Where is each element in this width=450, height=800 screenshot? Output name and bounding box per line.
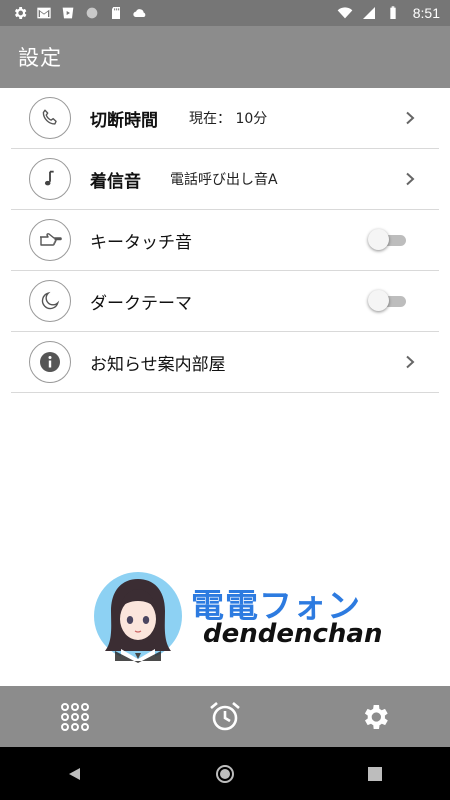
status-bar: 8:51 (0, 0, 450, 26)
chevron-right-icon (406, 111, 415, 125)
setting-value: 電話呼び出し音A (170, 172, 278, 188)
circle-icon (86, 7, 98, 19)
status-bar-notifications (12, 5, 148, 21)
chevron-right-icon (406, 172, 415, 186)
setting-value: 現在： 10分 (189, 111, 268, 127)
alarm-clock-icon (210, 701, 240, 730)
setting-label: ダークテーマ (90, 293, 192, 314)
app-logo: 電電フォン dendenchan (93, 571, 383, 671)
pointing-hand-icon (29, 219, 71, 261)
gmail-icon (37, 7, 51, 19)
moon-icon (29, 280, 71, 322)
back-button[interactable] (55, 754, 95, 794)
settings-button[interactable] (353, 695, 397, 739)
setting-row-announcements[interactable]: お知らせ案内部屋 (11, 332, 439, 393)
setting-label: お知らせ案内部屋 (90, 354, 226, 375)
settings-icon (14, 7, 27, 19)
chevron-right-icon (406, 355, 415, 369)
setting-row-disconnect-time[interactable]: 切断時間 現在： 10分 (11, 88, 439, 149)
toggle-thumb (368, 290, 389, 311)
cellular-icon (362, 7, 375, 19)
battery-icon (390, 6, 396, 19)
home-icon (216, 764, 234, 783)
system-nav-bar (0, 747, 450, 800)
setting-row-dark-theme: ダークテーマ (11, 271, 439, 332)
page-title: 設定 (18, 46, 62, 70)
home-button[interactable] (205, 754, 245, 794)
info-icon (29, 341, 71, 383)
setting-row-key-touch-sound: キータッチ音 (11, 210, 439, 271)
music-note-icon (29, 158, 71, 200)
setting-label: キータッチ音 (90, 232, 192, 253)
app-bar: 設定 (0, 26, 450, 88)
character-avatar (94, 572, 182, 663)
status-bar-system: 8:51 (337, 5, 440, 21)
alarm-button[interactable] (203, 695, 247, 739)
key-touch-sound-toggle[interactable] (368, 229, 410, 251)
setting-label: 切断時間 (90, 110, 158, 131)
setting-row-ringtone[interactable]: 着信音 電話呼び出し音A (11, 149, 439, 210)
settings-list: 切断時間 現在： 10分 着信音 電話呼び出し音A キータッチ音 ダークテーマ (0, 88, 450, 393)
sd-card-icon (112, 7, 120, 19)
recents-icon (368, 766, 382, 781)
dark-theme-toggle[interactable] (368, 290, 410, 312)
play-icon (62, 7, 74, 19)
phone-icon (29, 97, 71, 139)
logo-subtitle: dendenchan (203, 619, 383, 649)
setting-label: 着信音 (90, 171, 141, 192)
back-icon (69, 767, 80, 780)
cloud-icon (133, 9, 146, 17)
wifi-icon (337, 7, 353, 19)
recents-button[interactable] (355, 754, 395, 794)
status-time: 8:51 (412, 5, 440, 21)
keypad-icon (61, 702, 89, 731)
keypad-button[interactable] (53, 695, 97, 739)
bottom-navigation (0, 686, 450, 747)
toggle-thumb (368, 229, 389, 250)
gear-icon (364, 704, 388, 729)
